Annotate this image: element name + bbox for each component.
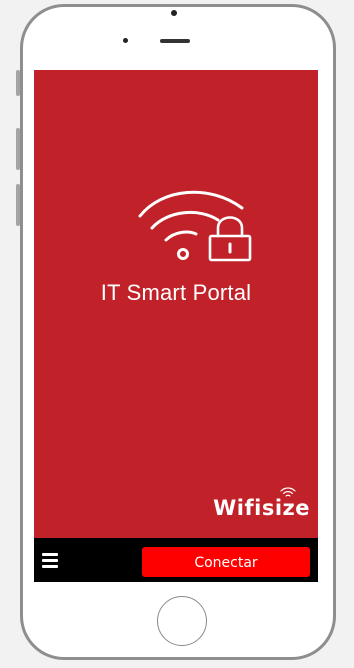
connect-button[interactable]: Conectar [142, 547, 310, 577]
earpiece-speaker [160, 39, 190, 43]
portal-title: IT Smart Portal [100, 280, 252, 305]
front-camera [123, 38, 128, 43]
bottom-toolbar: Conectar [34, 538, 318, 582]
proximity-sensor [171, 10, 177, 16]
home-button[interactable] [157, 596, 207, 646]
page: IT Smart Portal Wifisize Conectar [0, 0, 354, 668]
hamburger-menu-icon[interactable] [42, 553, 58, 568]
portal-screen: IT Smart Portal Wifisize [34, 70, 318, 538]
wifi-lock-icon [134, 178, 258, 262]
brand-name: Wifisize [213, 496, 310, 520]
